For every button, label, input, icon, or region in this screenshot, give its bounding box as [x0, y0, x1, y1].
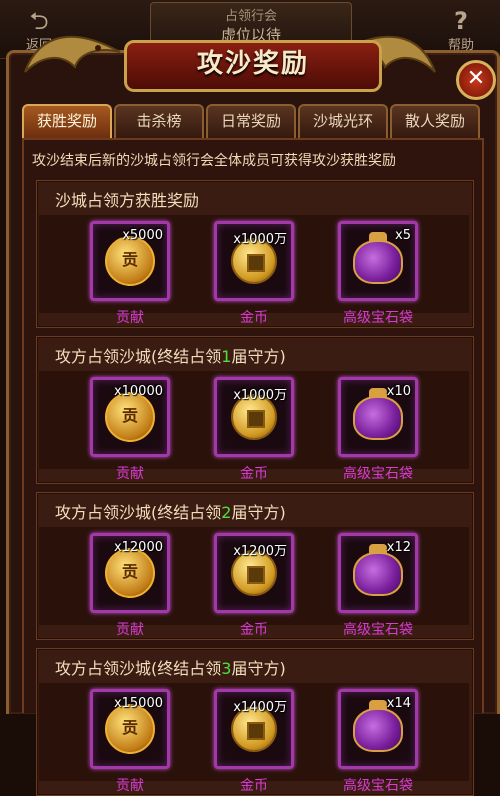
- item-slot[interactable]: x5: [338, 221, 418, 301]
- item-name: 金币: [240, 466, 268, 482]
- item-slot[interactable]: 贡 x12000: [90, 533, 170, 613]
- reward-item-gem-bag[interactable]: x14 高级宝石袋: [323, 689, 433, 795]
- item-slot[interactable]: 贡 x10000: [90, 377, 170, 457]
- item-name: 贡献: [116, 310, 144, 326]
- contribution-medal-icon: 贡: [105, 236, 155, 286]
- item-slot[interactable]: x1000万: [214, 221, 294, 301]
- reward-item-gem-bag[interactable]: x12 高级宝石袋: [323, 533, 433, 639]
- item-slot[interactable]: x1000万: [214, 377, 294, 457]
- tab-daily-rewards[interactable]: 日常奖励: [206, 104, 296, 138]
- item-name: 贡献: [116, 466, 144, 482]
- section-title-suffix: 届守方): [231, 347, 286, 366]
- section-title-prefix: 攻方占领沙城(终结占领: [55, 659, 222, 678]
- item-quantity: x5000: [122, 228, 163, 243]
- item-slot[interactable]: x1200万: [214, 533, 294, 613]
- reward-section: 攻方占领沙城(终结占领1届守方) 贡 x10000 贡献 x1000万 金币 x…: [36, 336, 474, 484]
- item-slot[interactable]: x10: [338, 377, 418, 457]
- item-quantity: x10000: [113, 384, 163, 399]
- reward-section: 攻方占领沙城(终结占领3届守方) 贡 x15000 贡献 x1400万 金币 x…: [36, 648, 474, 796]
- section-title-prefix: 攻方占领沙城(终结占领: [55, 347, 222, 366]
- section-title-number: 2: [221, 503, 232, 522]
- item-quantity: x1000万: [233, 388, 287, 403]
- item-slot[interactable]: 贡 x5000: [90, 221, 170, 301]
- item-name: 高级宝石袋: [343, 622, 413, 638]
- item-name: 金币: [240, 310, 268, 326]
- help-button[interactable]: ? 帮助: [436, 8, 486, 54]
- item-quantity: x10: [386, 384, 411, 399]
- intro-text: 攻沙结束后新的沙城占领行会全体成员可获得攻沙获胜奖励: [32, 153, 396, 169]
- section-title: 攻方占领沙城(终结占领1届守方): [55, 343, 286, 367]
- item-quantity: x15000: [113, 696, 163, 711]
- item-quantity: x1200万: [233, 544, 287, 559]
- item-name: 高级宝石袋: [343, 310, 413, 326]
- section-title-suffix: 届守方): [231, 503, 286, 522]
- reward-item-gold[interactable]: x1400万 金币: [199, 689, 309, 795]
- item-name: 金币: [240, 778, 268, 794]
- item-name: 高级宝石袋: [343, 778, 413, 794]
- guild-title: 占领行会: [224, 9, 277, 24]
- reward-item-gold[interactable]: x1000万 金币: [199, 221, 309, 327]
- section-title-prefix: 沙城占领方获胜奖励: [55, 191, 200, 210]
- section-title-number: 3: [221, 659, 232, 678]
- item-slot[interactable]: x14: [338, 689, 418, 769]
- tab-bar: 获胜奖励 击杀榜 日常奖励 沙城光环 散人奖励: [22, 104, 486, 138]
- item-name: 贡献: [116, 622, 144, 638]
- tab-castle-aura[interactable]: 沙城光环: [298, 104, 388, 138]
- gem-bag-icon: [353, 388, 403, 440]
- gem-bag-icon: [353, 232, 403, 284]
- contribution-medal-icon: 贡: [105, 548, 155, 598]
- item-quantity: x12: [386, 540, 411, 555]
- section-title-number: 1: [221, 347, 232, 366]
- item-slot[interactable]: x12: [338, 533, 418, 613]
- item-quantity: x1400万: [233, 700, 287, 715]
- item-name: 高级宝石袋: [343, 466, 413, 482]
- reward-item-contribution[interactable]: 贡 x5000 贡献: [75, 221, 185, 327]
- section-title: 攻方占领沙城(终结占领3届守方): [55, 655, 286, 679]
- close-button[interactable]: ✕: [456, 60, 496, 100]
- section-title: 沙城占领方获胜奖励: [55, 187, 199, 211]
- section-title: 攻方占领沙城(终结占领2届守方): [55, 499, 286, 523]
- section-title-prefix: 攻方占领沙城(终结占领: [55, 503, 222, 522]
- reward-item-gold[interactable]: x1200万 金币: [199, 533, 309, 639]
- reward-item-contribution[interactable]: 贡 x15000 贡献: [75, 689, 185, 795]
- tab-solo-rewards[interactable]: 散人奖励: [390, 104, 480, 138]
- contribution-medal-icon: 贡: [105, 392, 155, 442]
- panel-title: 攻沙奖励: [124, 40, 382, 92]
- reward-item-gold[interactable]: x1000万 金币: [199, 377, 309, 483]
- question-mark-icon: ?: [454, 7, 468, 35]
- reward-content: 攻沙结束后新的沙城占领行会全体成员可获得攻沙获胜奖励 沙城占领方获胜奖励 贡 x…: [22, 138, 484, 796]
- item-quantity: x5: [395, 228, 411, 243]
- reward-item-contribution[interactable]: 贡 x10000 贡献: [75, 377, 185, 483]
- reward-item-gem-bag[interactable]: x10 高级宝石袋: [323, 377, 433, 483]
- item-slot[interactable]: 贡 x15000: [90, 689, 170, 769]
- item-name: 贡献: [116, 778, 144, 794]
- gem-bag-icon: [353, 544, 403, 596]
- section-title-suffix: 届守方): [231, 659, 286, 678]
- tab-kill-ranking[interactable]: 击杀榜: [114, 104, 204, 138]
- reward-section: 沙城占领方获胜奖励 贡 x5000 贡献 x1000万 金币 x5 高级宝石袋: [36, 180, 474, 328]
- gem-bag-icon: [353, 700, 403, 752]
- item-name: 金币: [240, 622, 268, 638]
- item-quantity: x14: [386, 696, 411, 711]
- item-quantity: x12000: [113, 540, 163, 555]
- reward-item-gem-bag[interactable]: x5 高级宝石袋: [323, 221, 433, 327]
- reward-item-contribution[interactable]: 贡 x12000 贡献: [75, 533, 185, 639]
- reward-section: 攻方占领沙城(终结占领2届守方) 贡 x12000 贡献 x1200万 金币 x…: [36, 492, 474, 640]
- item-quantity: x1000万: [233, 232, 287, 247]
- dragon-ornament-left-icon: [24, 35, 121, 73]
- contribution-medal-icon: 贡: [105, 704, 155, 754]
- tab-victory-rewards[interactable]: 获胜奖励: [22, 104, 112, 138]
- item-slot[interactable]: x1400万: [214, 689, 294, 769]
